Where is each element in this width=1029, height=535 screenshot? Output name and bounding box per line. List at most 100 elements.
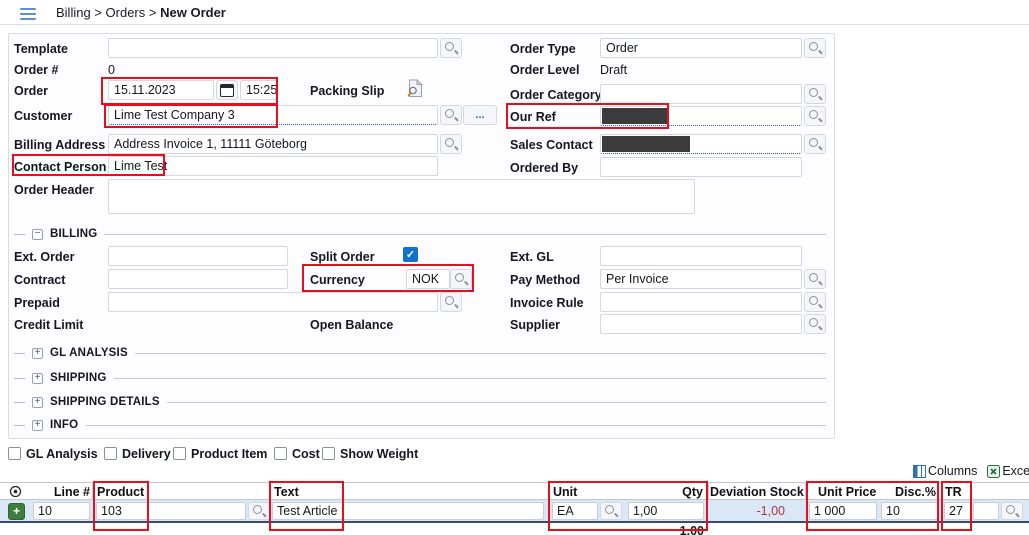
show-weight-checkbox[interactable]	[322, 447, 335, 460]
unit-search-button[interactable]	[600, 502, 622, 520]
order-time-input[interactable]: 15:25	[240, 80, 277, 100]
order-number-label: Order #	[14, 63, 58, 77]
pay-method-label: Pay Method	[510, 273, 580, 287]
gl-analysis-checkbox[interactable]	[8, 447, 21, 460]
prepaid-input[interactable]	[108, 292, 438, 312]
sales-contact-label: Sales Contact	[510, 138, 593, 152]
our-ref-redaction	[602, 108, 668, 124]
section-shipping-details: SHIPPING DETAILS	[14, 396, 826, 408]
cost-checkbox[interactable]	[274, 447, 287, 460]
section-info-title: INFO	[50, 419, 78, 431]
col-header-qty[interactable]: Qty	[628, 485, 703, 499]
line-number-cell-input[interactable]: 10	[33, 502, 90, 520]
col-header-disc[interactable]: Disc.%	[880, 485, 936, 499]
excel-icon	[987, 465, 1000, 478]
customer-more-button[interactable]: ...	[463, 105, 497, 125]
search-icon	[444, 41, 458, 55]
order-level-value: Draft	[600, 63, 627, 77]
section-dash	[14, 402, 25, 403]
add-line-button[interactable]	[8, 503, 25, 520]
section-shipping-title: SHIPPING	[50, 372, 107, 384]
col-header-line[interactable]: Line #	[30, 485, 90, 499]
pay-method-input[interactable]: Per Invoice	[600, 269, 802, 289]
grid-column-separator	[708, 483, 709, 499]
col-header-text[interactable]: Text	[274, 485, 299, 499]
template-search-button[interactable]	[440, 38, 462, 58]
section-line	[104, 234, 826, 235]
split-order-checkbox[interactable]	[403, 247, 418, 262]
order-category-search-button[interactable]	[804, 84, 826, 104]
search-icon	[604, 504, 618, 518]
breadcrumb-billing[interactable]: Billing	[56, 5, 91, 20]
expand-icon[interactable]	[32, 397, 43, 408]
search-icon	[808, 41, 822, 55]
section-billing-title: BILLING	[50, 228, 97, 240]
billing-address-input[interactable]: Address Invoice 1, 11111 Göteborg	[108, 134, 438, 154]
excel-button[interactable]: Excel	[987, 464, 1029, 478]
packing-slip-preview-icon[interactable]	[406, 79, 423, 98]
ordered-by-input[interactable]	[600, 157, 802, 177]
qty-total-value: 1,00	[628, 524, 704, 535]
order-header-textarea[interactable]	[108, 179, 695, 214]
unit-price-cell-input[interactable]: 1 000	[809, 502, 877, 520]
col-header-unit[interactable]: Unit	[553, 485, 577, 499]
extra-cell-input[interactable]	[973, 502, 999, 520]
order-date-picker-button[interactable]	[216, 80, 238, 100]
ext-order-input[interactable]	[108, 246, 288, 266]
col-header-deviation-stock[interactable]: Deviation Stock	[710, 485, 797, 499]
prepaid-search-button[interactable]	[440, 292, 462, 312]
qty-cell-input[interactable]: 1,00	[628, 502, 704, 520]
expand-icon[interactable]	[32, 373, 43, 384]
currency-search-button[interactable]	[450, 269, 472, 289]
columns-button[interactable]: Columns	[913, 464, 977, 478]
invoice-rule-search-button[interactable]	[804, 292, 826, 312]
grid-actions: Columns Excel	[913, 464, 1029, 478]
col-header-product[interactable]: Product	[97, 485, 144, 499]
sales-contact-search-button[interactable]	[804, 134, 826, 154]
section-billing: BILLING	[14, 228, 826, 240]
contract-input[interactable]	[108, 269, 288, 289]
template-input[interactable]	[108, 38, 438, 58]
section-gl-analysis: GL ANALYSIS	[14, 347, 826, 359]
customer-input[interactable]: Lime Test Company 3	[108, 105, 438, 125]
text-cell-input[interactable]: Test Article	[272, 502, 544, 520]
row-selector-icon[interactable]	[9, 485, 22, 498]
breadcrumb-orders[interactable]: Orders	[106, 5, 146, 20]
extra-search-button[interactable]	[1001, 502, 1023, 520]
supplier-input[interactable]	[600, 314, 802, 334]
cost-toggle-label: Cost	[292, 447, 320, 461]
contact-person-input[interactable]: Lime Test	[108, 156, 438, 176]
tr-cell-input[interactable]: 27	[944, 502, 971, 520]
delivery-toggle-label: Delivery	[122, 447, 171, 461]
currency-input[interactable]: NOK	[406, 269, 450, 289]
order-date-input[interactable]: 15.11.2023	[108, 80, 214, 100]
grid-column-separator	[805, 483, 806, 499]
product-search-button[interactable]	[248, 502, 270, 520]
search-icon	[444, 295, 458, 309]
product-item-checkbox[interactable]	[173, 447, 186, 460]
our-ref-search-button[interactable]	[804, 106, 826, 126]
unit-cell-input[interactable]: EA	[552, 502, 598, 520]
expand-icon[interactable]	[32, 420, 43, 431]
pay-method-search-button[interactable]	[804, 269, 826, 289]
product-cell-input[interactable]: 103	[96, 502, 246, 520]
col-header-tr[interactable]: TR	[945, 485, 962, 499]
delivery-checkbox[interactable]	[104, 447, 117, 460]
invoice-rule-input[interactable]	[600, 292, 802, 312]
ext-gl-input[interactable]	[600, 246, 802, 266]
order-type-search-button[interactable]	[804, 38, 826, 58]
col-header-unit-price[interactable]: Unit Price	[818, 485, 876, 499]
expand-icon[interactable]	[32, 348, 43, 359]
search-icon	[808, 87, 822, 101]
collapse-icon[interactable]	[32, 229, 43, 240]
hamburger-menu-icon[interactable]	[20, 8, 36, 20]
order-type-input[interactable]: Order	[600, 38, 802, 58]
disc-cell-input[interactable]: 10	[881, 502, 938, 520]
order-category-input[interactable]	[600, 84, 802, 104]
section-dash	[14, 378, 25, 379]
order-type-label: Order Type	[510, 42, 576, 56]
billing-address-search-button[interactable]	[440, 134, 462, 154]
supplier-search-button[interactable]	[804, 314, 826, 334]
customer-search-button[interactable]	[440, 105, 462, 125]
order-level-label: Order Level	[510, 63, 579, 77]
